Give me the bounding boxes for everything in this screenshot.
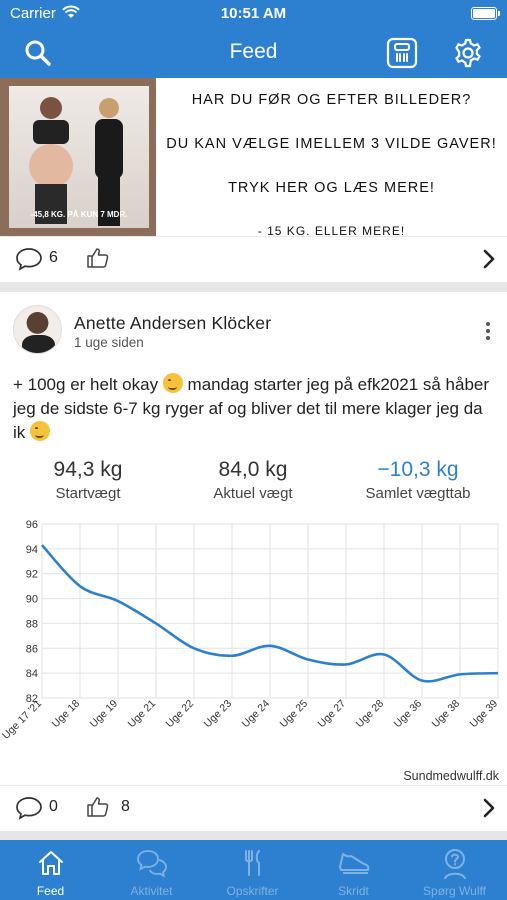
promo-card[interactable]: -45,8 KG. PÅ KUN 7 MDR. HAR DU FØR OG EF…: [0, 78, 507, 282]
current-weight: 84,0 kg Aktuel vægt: [178, 458, 328, 502]
y-tick-label: 88: [26, 618, 38, 630]
tab-label: Opskrifter: [226, 884, 279, 898]
comment-count: 6: [49, 249, 58, 266]
chart-credit: Sundmedwulff.dk: [403, 769, 499, 783]
more-options-icon[interactable]: [486, 322, 490, 343]
winking-face-icon: [30, 421, 51, 441]
post-actions: 0 8: [0, 785, 507, 829]
comment-count: 0: [49, 798, 58, 815]
stat-label: Startvægt: [55, 485, 121, 502]
page-title: Feed: [229, 40, 278, 63]
promo-line: DU KAN VÆLGE IMELLEM 3 VILDE GAVER!: [166, 136, 497, 152]
tab-label: Aktivitet: [130, 884, 173, 898]
post-text-part: + 100g er helt okay: [13, 375, 159, 394]
scale-icon[interactable]: [385, 36, 419, 70]
y-tick-label: 92: [26, 569, 38, 581]
shoe-icon: [303, 848, 404, 878]
battery-icon: [471, 7, 500, 20]
tab-bar: Feed Aktivitet Opskrifter Skridt Spørg W…: [0, 840, 507, 900]
post-text: + 100g er helt okay mandag starter jeg p…: [13, 373, 493, 445]
photo-caption: -45,8 KG. PÅ KUN 7 MDR.: [30, 210, 128, 219]
author-name[interactable]: Anette Andersen Klöcker: [74, 313, 271, 334]
y-tick-label: 90: [26, 594, 38, 606]
x-tick-label: Uge 24: [240, 698, 273, 731]
x-tick-label: Uge 18: [50, 698, 83, 731]
chevron-right-icon[interactable]: [483, 798, 495, 823]
x-tick-label: Uge 38: [430, 698, 463, 731]
y-tick-label: 94: [26, 544, 38, 556]
weight-chart: 8284868890929496Uge 17 '21 Uge 18 Uge 19 Ug…: [0, 519, 501, 742]
comment-icon[interactable]: [15, 247, 43, 276]
tab-skridt[interactable]: Skridt: [303, 840, 404, 900]
question-person-icon: [404, 848, 505, 880]
clock: 10:51 AM: [220, 5, 287, 22]
tab-label: Spørg Wulff: [423, 884, 486, 898]
fork-knife-icon: [202, 848, 303, 878]
tab-label: Skridt: [338, 884, 369, 898]
tab-feed[interactable]: Feed: [0, 840, 101, 900]
home-icon: [0, 848, 101, 878]
like-count: 8: [121, 798, 130, 815]
x-tick-label: Uge 28: [354, 698, 387, 731]
promo-actions: 6: [0, 236, 507, 280]
promo-line: TRYK HER OG LÆS MERE!: [228, 180, 435, 196]
tab-spoerg-wulff[interactable]: Spørg Wulff: [404, 840, 505, 900]
status-bar: Carrier 10:51 AM: [0, 0, 507, 28]
stat-value: 94,3 kg: [53, 458, 123, 481]
post-card: Anette Andersen Klöcker 1 uge siden + 10…: [0, 292, 507, 831]
x-tick-label: Uge 17 '21: [0, 698, 44, 742]
promo-text: HAR DU FØR OG EFTER BILLEDER? DU KAN VÆL…: [164, 92, 499, 238]
stat-label: Samlet vægttab: [365, 485, 471, 502]
x-tick-label: Uge 25: [278, 698, 311, 731]
total-loss: −10,3 kg Samlet vægttab: [343, 458, 493, 502]
stat-value: 84,0 kg: [218, 458, 288, 481]
gear-icon[interactable]: [451, 36, 485, 70]
nav-bar: Feed: [0, 28, 507, 78]
chat-bubbles-icon: [101, 848, 202, 878]
x-tick-label: Uge 22: [164, 698, 197, 731]
stat-value: −10,3 kg: [377, 458, 459, 481]
x-tick-label: Uge 36: [392, 698, 425, 731]
weight-stats: 94,3 kg Startvægt 84,0 kg Aktuel vægt −1…: [0, 458, 507, 518]
thumbs-up-icon[interactable]: [86, 795, 110, 824]
promo-line: HAR DU FØR OG EFTER BILLEDER?: [191, 92, 472, 108]
tab-aktivitet[interactable]: Aktivitet: [101, 840, 202, 900]
chevron-right-icon[interactable]: [483, 249, 495, 274]
y-tick-label: 84: [26, 668, 38, 680]
avatar[interactable]: [13, 305, 62, 354]
thumbs-up-icon[interactable]: [86, 246, 110, 275]
winking-face-icon: [162, 373, 183, 393]
tab-opskrifter[interactable]: Opskrifter: [202, 840, 303, 900]
comment-icon[interactable]: [15, 796, 43, 825]
stat-label: Aktuel vægt: [213, 485, 293, 502]
x-tick-label: Uge 19: [88, 698, 121, 731]
start-weight: 94,3 kg Startvægt: [13, 458, 163, 502]
y-tick-label: 96: [26, 519, 38, 531]
post-timestamp: 1 uge siden: [74, 335, 144, 350]
x-tick-label: Uge 27: [316, 698, 349, 731]
x-tick-label: Uge 23: [202, 698, 235, 731]
before-after-photo: -45,8 KG. PÅ KUN 7 MDR.: [0, 78, 156, 236]
x-tick-label: Uge 39: [468, 698, 501, 731]
tab-label: Feed: [36, 884, 65, 898]
x-tick-label: Uge 21: [126, 698, 159, 731]
y-tick-label: 86: [26, 643, 38, 655]
